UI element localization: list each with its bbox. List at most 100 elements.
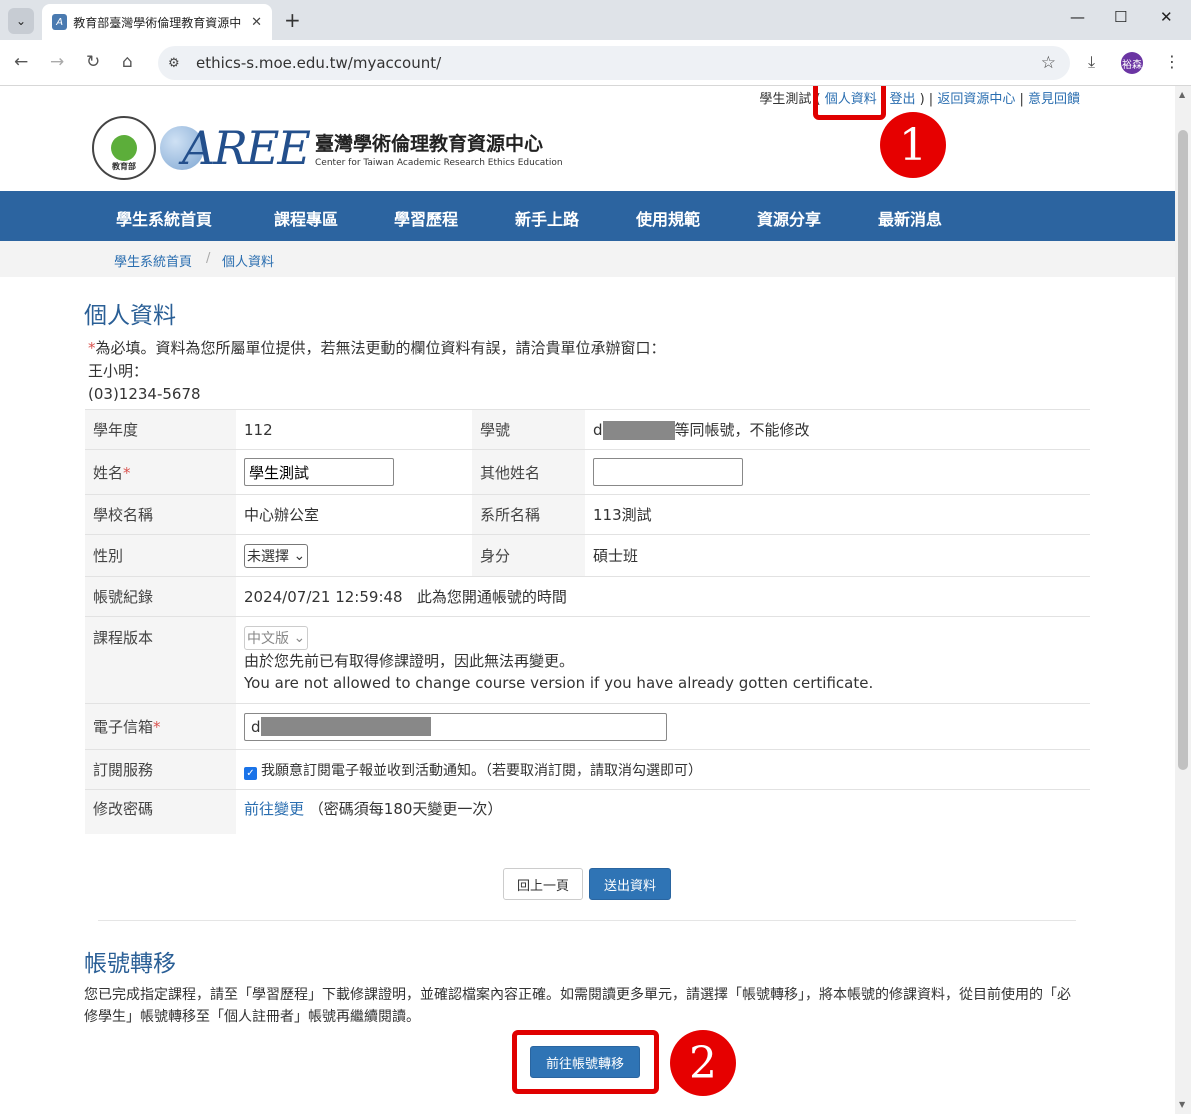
- field-label: 帳號紀錄: [85, 576, 236, 617]
- field-label: 訂閱服務: [85, 749, 236, 790]
- school-value: 中心辦公室: [236, 494, 472, 535]
- browser-tab[interactable]: A 教育部臺灣學術倫理教育資源中 ✕: [42, 4, 272, 40]
- top-links: 學生測試 ( 個人資料 / 登出 ) | 返回資源中心 | 意見回饋: [759, 92, 1080, 107]
- nav-item-courses[interactable]: 課程專區: [274, 206, 338, 230]
- tab-title: 教育部臺灣學術倫理教育資源中: [73, 15, 242, 30]
- field-label: 身分: [472, 534, 585, 577]
- field-label: 學號: [472, 409, 585, 450]
- download-icon[interactable]: ⤓: [1088, 52, 1095, 72]
- annotation-marker-1: 1: [880, 112, 946, 178]
- main-nav: 學生系統首頁 課程專區 學習歷程 新手上路 使用規範 資源分享 最新消息: [0, 191, 1175, 241]
- breadcrumb-current: 個人資料: [222, 255, 275, 270]
- nav-item-news[interactable]: 最新消息: [878, 206, 942, 230]
- other-name-input[interactable]: [593, 458, 743, 486]
- field-label: 系所名稱: [472, 494, 585, 535]
- breadcrumb-home[interactable]: 學生系統首頁: [114, 251, 192, 270]
- required-notice: *為必填。資料為您所屬單位提供，若無法更動的欄位資料有誤，請洽貴單位承辦窗口： …: [88, 337, 666, 406]
- scroll-up-icon[interactable]: ▲: [1179, 90, 1185, 99]
- logout-link[interactable]: 登出: [889, 92, 915, 107]
- more-menu-icon[interactable]: ⋮: [1164, 52, 1180, 71]
- aree-logo-mark: AREE: [182, 121, 311, 175]
- contact-name: 王小明：: [88, 362, 149, 380]
- transfer-description: 您已完成指定課程，請至「學習歷程」下載修課證明，並確認檔案內容正確。如需閱讀更多…: [84, 987, 1071, 1025]
- site-logo[interactable]: 教育部 AREE 臺灣學術倫理教育資源中心 Center for Taiwan …: [92, 116, 563, 180]
- bookmark-star-icon[interactable]: ☆: [1041, 53, 1056, 73]
- close-icon[interactable]: ✕: [251, 15, 262, 30]
- breadcrumb: 學生系統首頁 / 個人資料: [0, 241, 1175, 277]
- profile-avatar[interactable]: 裕森: [1121, 52, 1143, 74]
- field-label: 電子信箱*: [85, 703, 236, 750]
- table-row: 電子信箱* d: [85, 703, 1090, 750]
- breadcrumb-separator: /: [206, 251, 211, 266]
- maximize-icon[interactable]: ☐: [1114, 8, 1127, 26]
- scroll-thumb[interactable]: [1178, 130, 1188, 770]
- tab-search-button[interactable]: ⌄: [8, 8, 34, 34]
- site-info-icon[interactable]: ⚙: [168, 56, 186, 71]
- field-label: 學校名稱: [85, 494, 236, 535]
- back-button[interactable]: 回上一頁: [503, 868, 583, 900]
- name-input[interactable]: [244, 458, 394, 486]
- version-note-zh: 由於您先前已有取得修課證明，因此無法再變更。: [244, 652, 575, 670]
- email-input[interactable]: d: [244, 712, 667, 741]
- new-tab-plus-icon[interactable]: +: [284, 8, 301, 32]
- section-divider: [98, 920, 1076, 921]
- table-row: 帳號紀錄 2024/07/21 12:59:48 此為您開通帳號的時間: [85, 576, 1090, 617]
- home-icon[interactable]: ⌂: [122, 52, 133, 72]
- gender-select[interactable]: 未選擇 ⌄: [244, 543, 309, 568]
- window-close-icon[interactable]: ✕: [1160, 8, 1173, 26]
- nav-item-getting-started[interactable]: 新手上路: [515, 206, 579, 230]
- table-row: 修改密碼 前往變更 （密碼須每180天變更一次）: [85, 789, 1090, 834]
- minimize-icon[interactable]: —: [1070, 8, 1085, 26]
- version-note-en: You are not allowed to change course ver…: [244, 674, 874, 692]
- table-row: 性別 未選擇 ⌄ 身分 碩士班: [85, 534, 1090, 577]
- profile-form-table: 學年度 112 學號 d等同帳號，不能修改 姓名* 其他姓名 學校名稱 中心辦公…: [85, 409, 1090, 834]
- ministry-seal-logo: 教育部: [92, 116, 156, 180]
- table-row: 課程版本 中文版 ⌄ 由於您先前已有取得修課證明，因此無法再變更。 You ar…: [85, 616, 1090, 704]
- field-label: 姓名*: [85, 449, 236, 495]
- chevron-down-icon: ⌄: [15, 14, 27, 28]
- back-to-center-link[interactable]: 返回資源中心: [937, 92, 1015, 107]
- annotation-marker-2: 2: [670, 1030, 736, 1096]
- browser-tab-bar: ⌄ A 教育部臺灣學術倫理教育資源中 ✕ + — ☐ ✕: [0, 0, 1191, 40]
- transfer-section-title: 帳號轉移: [84, 951, 176, 977]
- identity-value: 碩士班: [585, 534, 1090, 577]
- user-name: 學生測試: [759, 92, 812, 107]
- password-note: （密碼須每180天變更一次）: [308, 800, 503, 818]
- field-label: 其他姓名: [472, 449, 585, 495]
- forward-arrow-icon[interactable]: →: [50, 52, 64, 72]
- url-text: ethics-s.moe.edu.tw/myaccount/: [196, 54, 442, 72]
- highlight-box-transfer-button: [512, 1030, 659, 1094]
- redaction-block: [260, 717, 431, 736]
- submit-button[interactable]: 送出資料: [589, 868, 671, 900]
- nav-item-student-home[interactable]: 學生系統首頁: [116, 206, 212, 230]
- site-favicon-icon: A: [52, 14, 68, 30]
- address-bar[interactable]: ⚙ ethics-s.moe.edu.tw/myaccount/ ☆: [158, 46, 1070, 80]
- subscribe-text: 我願意訂閱電子報並收到活動通知。（若要取消訂閱，請取消勾選即可）: [261, 762, 702, 779]
- table-row: 訂閱服務 ✓ 我願意訂閱電子報並收到活動通知。（若要取消訂閱，請取消勾選即可）: [85, 749, 1090, 790]
- account-record-value: 2024/07/21 12:59:48 此為您開通帳號的時間: [236, 576, 1090, 617]
- nav-item-learning-history[interactable]: 學習歷程: [394, 206, 458, 230]
- field-label: 修改密碼: [85, 789, 236, 834]
- dept-value: 113測試: [585, 494, 1090, 535]
- back-arrow-icon[interactable]: ←: [14, 52, 28, 72]
- nav-item-resources[interactable]: 資源分享: [757, 206, 821, 230]
- feedback-link[interactable]: 意見回饋: [1028, 92, 1080, 107]
- table-row: 姓名* 其他姓名: [85, 449, 1090, 495]
- course-version-select: 中文版 ⌄: [244, 626, 309, 650]
- reload-icon[interactable]: ↻: [86, 52, 100, 72]
- scroll-down-icon[interactable]: ▼: [1179, 1100, 1185, 1109]
- page-title: 個人資料: [84, 303, 176, 329]
- table-row: 學校名稱 中心辦公室 系所名稱 113測試: [85, 494, 1090, 535]
- highlight-box-profile-link: [813, 86, 886, 120]
- chevron-down-icon: ⌄: [289, 630, 306, 646]
- redaction-block: [602, 421, 675, 440]
- field-label: 學年度: [85, 409, 236, 450]
- logo-title-en: Center for Taiwan Academic Research Ethi…: [315, 157, 563, 168]
- field-label: 課程版本: [85, 616, 236, 704]
- browser-toolbar: ← → ↻ ⌂ ⚙ ethics-s.moe.edu.tw/myaccount/…: [0, 40, 1191, 86]
- page-scrollbar[interactable]: ▲ ▼: [1175, 86, 1191, 1114]
- nav-item-usage-rules[interactable]: 使用規範: [636, 206, 700, 230]
- subscribe-checkbox[interactable]: ✓: [244, 766, 257, 780]
- year-value: 112: [236, 409, 472, 450]
- change-password-link[interactable]: 前往變更: [244, 800, 304, 818]
